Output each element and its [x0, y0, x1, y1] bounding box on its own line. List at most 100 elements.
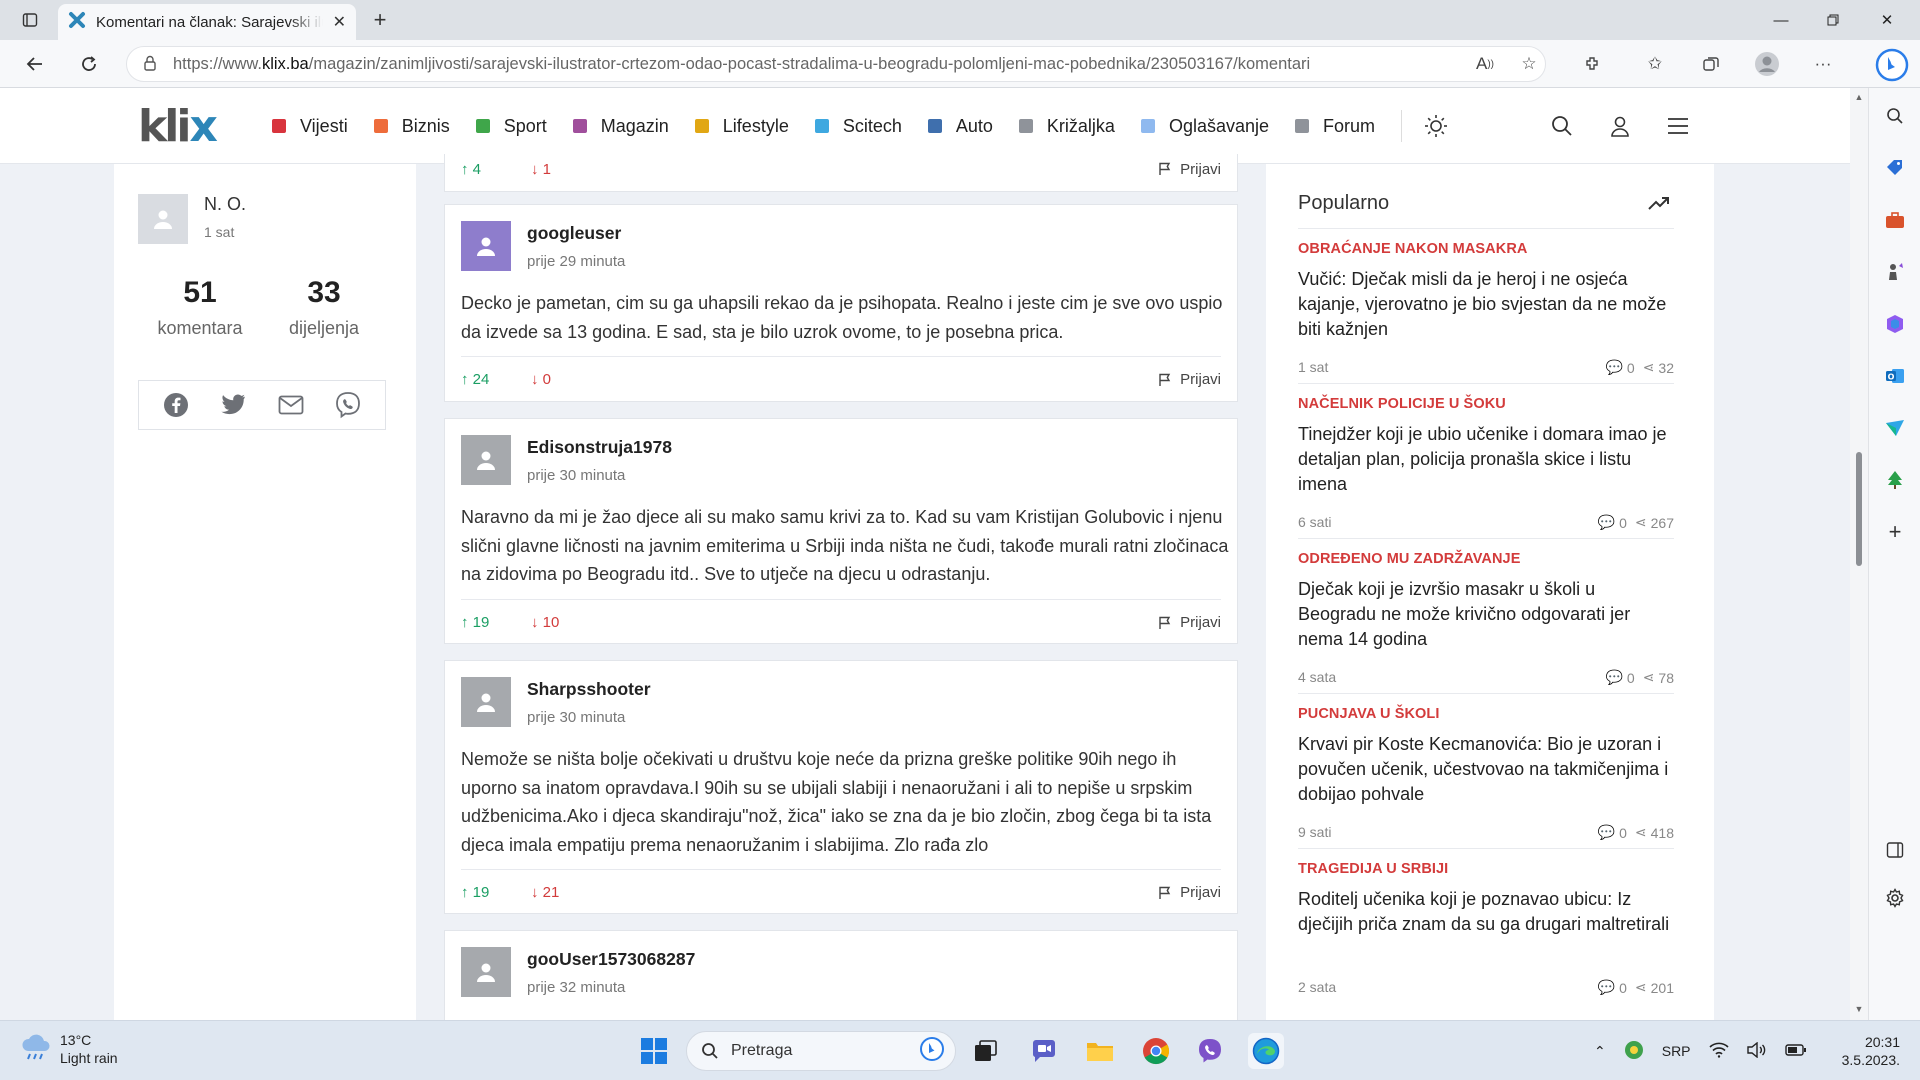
show-hidden-icons-chevron-icon[interactable]: ⌃ [1594, 1043, 1606, 1060]
comment-username[interactable]: Edisonstruja1978 [527, 437, 672, 458]
add-favorite-icon[interactable]: ☆ [1514, 50, 1544, 78]
windows-start-icon[interactable] [636, 1033, 672, 1069]
report-button[interactable]: Prijavi [1158, 161, 1221, 178]
popular-headline[interactable]: Roditelj učenika koji je poznavao ubicu:… [1298, 887, 1674, 937]
report-button[interactable]: Prijavi [1158, 614, 1221, 631]
chrome-icon[interactable] [1138, 1033, 1174, 1069]
profile-avatar[interactable] [1752, 50, 1782, 78]
viber-app-icon[interactable] [1192, 1033, 1228, 1069]
scroll-up-arrow-icon[interactable]: ▲ [1854, 92, 1864, 102]
close-tab-icon[interactable]: ✕ [333, 12, 346, 32]
favorites-icon[interactable]: ✩ [1640, 50, 1670, 78]
teams-chat-icon[interactable] [1026, 1033, 1062, 1069]
hamburger-menu-icon[interactable] [1664, 112, 1692, 140]
nav-item-scitech[interactable]: Scitech [814, 116, 902, 137]
scitech-color-icon [814, 119, 829, 133]
scroll-down-arrow-icon[interactable]: ▼ [1854, 1004, 1864, 1014]
nav-item-forum[interactable]: Forum [1295, 116, 1375, 137]
downvote-button[interactable]: ↓ 1 [531, 161, 601, 178]
twitter-icon[interactable] [219, 391, 247, 419]
report-button[interactable]: Prijavi [1158, 884, 1221, 901]
games-chess-icon[interactable] [1881, 258, 1909, 286]
popular-item[interactable]: TRAGEDIJA U SRBIJI Roditelj učenika koji… [1298, 848, 1674, 1003]
weather-widget[interactable]: 13°C Light rain [20, 1031, 118, 1067]
email-icon[interactable] [277, 391, 305, 419]
klix-logo[interactable]: kli x [138, 101, 218, 152]
page-scrollbar[interactable]: ▲ ▼ [1850, 88, 1868, 1020]
collections-icon[interactable] [1696, 50, 1726, 78]
url-input[interactable]: https://www.klix.ba/magazin/zanimljivost… [126, 46, 1546, 82]
bing-chat-icon[interactable] [1868, 44, 1916, 86]
refresh-icon[interactable] [74, 50, 104, 78]
popular-item[interactable]: OBRAĆANJE NAKON MASAKRA Vučić: Dječak mi… [1298, 228, 1674, 383]
comment-username[interactable]: Sharpsshooter [527, 679, 651, 700]
nav-item-biznis[interactable]: Biznis [373, 116, 450, 137]
extensions-icon[interactable] [1578, 50, 1608, 78]
popular-headline[interactable]: Vučić: Dječak misli da je heroj i ne osj… [1298, 267, 1674, 342]
search-icon[interactable] [1548, 112, 1576, 140]
forum-color-icon [1295, 119, 1310, 133]
tray-app-icon[interactable] [1624, 1040, 1644, 1063]
clock-time: 20:31 [1864, 1034, 1900, 1050]
read-aloud-icon[interactable]: A)) [1470, 50, 1500, 78]
microsoft-365-icon[interactable] [1881, 310, 1909, 338]
upvote-button[interactable]: ↑ 19 [461, 614, 531, 631]
downvote-button[interactable]: ↓ 0 [531, 371, 601, 388]
nav-item-oglasavanje[interactable]: Oglašavanje [1140, 116, 1269, 137]
upvote-button[interactable]: ↑ 4 [461, 161, 531, 178]
nav-item-vijesti[interactable]: Vijesti [272, 116, 348, 137]
tools-briefcase-icon[interactable] [1881, 206, 1909, 234]
popular-headline[interactable]: Dječak koji je izvršio masakr u školi u … [1298, 577, 1674, 652]
nav-item-sport[interactable]: Sport [475, 116, 547, 137]
nav-item-lifestyle[interactable]: Lifestyle [694, 116, 789, 137]
scrollbar-thumb[interactable] [1856, 452, 1862, 566]
file-explorer-icon[interactable] [1082, 1033, 1118, 1069]
settings-gear-icon[interactable] [1881, 884, 1909, 912]
comment-icon: 💬 [1597, 824, 1616, 840]
comment-footer: ↑ 19 ↓ 21 Prijavi [461, 869, 1221, 915]
comment-username[interactable]: gooUser1573068287 [527, 949, 695, 970]
shopping-tag-icon[interactable] [1881, 154, 1909, 182]
active-browser-tab[interactable]: Komentari na članak: Sarajevski ilustrat… [58, 4, 356, 40]
popular-headline[interactable]: Tinejdžer koji je ubio učenike i domara … [1298, 422, 1674, 497]
downvote-button[interactable]: ↓ 21 [531, 884, 601, 901]
sidebar-layout-icon[interactable] [1881, 836, 1909, 864]
theme-toggle-sun-icon[interactable] [1422, 112, 1450, 140]
outlook-icon[interactable]: O [1881, 362, 1909, 390]
user-account-icon[interactable] [1606, 112, 1634, 140]
popular-item[interactable]: ODREĐENO MU ZADRŽAVANJE Dječak koji je i… [1298, 538, 1674, 693]
nav-item-krizaljka[interactable]: Križaljka [1018, 116, 1115, 137]
wifi-icon[interactable] [1708, 1042, 1729, 1061]
back-icon[interactable] [20, 50, 50, 78]
nav-item-magazin[interactable]: Magazin [572, 116, 669, 137]
tab-title: Komentari na članak: Sarajevski ilustrat… [96, 13, 323, 31]
volume-icon[interactable] [1746, 1041, 1767, 1061]
nav-item-auto[interactable]: Auto [927, 116, 993, 137]
add-sidebar-app-icon[interactable]: + [1881, 518, 1909, 546]
report-button[interactable]: Prijavi [1158, 371, 1221, 388]
viber-icon[interactable] [334, 391, 362, 419]
downvote-button[interactable]: ↓ 10 [531, 614, 601, 631]
facebook-icon[interactable] [162, 391, 190, 419]
taskbar-search-input[interactable]: Pretraga [686, 1031, 956, 1071]
comment-username[interactable]: googleuser [527, 223, 621, 244]
more-options-icon[interactable]: ··· [1808, 50, 1838, 78]
upvote-button[interactable]: ↑ 19 [461, 884, 531, 901]
tab-actions-icon[interactable] [16, 7, 44, 33]
minimize-icon[interactable]: — [1758, 0, 1804, 40]
drop-send-icon[interactable] [1881, 414, 1909, 442]
popular-headline[interactable]: Krvavi pir Koste Kecmanovića: Bio je uzo… [1298, 732, 1674, 807]
input-language[interactable]: SRP [1662, 1043, 1691, 1059]
battery-icon[interactable] [1784, 1043, 1807, 1059]
upvote-button[interactable]: ↑ 24 [461, 371, 531, 388]
task-view-icon[interactable] [968, 1033, 1004, 1069]
sidebar-search-icon[interactable] [1881, 102, 1909, 130]
edge-browser-icon[interactable] [1248, 1033, 1284, 1069]
popular-item[interactable]: PUCNJAVA U ŠKOLI Krvavi pir Koste Kecman… [1298, 693, 1674, 848]
close-window-icon[interactable]: ✕ [1864, 0, 1910, 40]
tree-icon[interactable] [1881, 466, 1909, 494]
popular-item[interactable]: NAČELNIK POLICIJE U ŠOKU Tinejdžer koji … [1298, 383, 1674, 538]
restore-icon[interactable] [1810, 0, 1856, 40]
new-tab-button[interactable]: + [366, 7, 394, 33]
system-clock[interactable]: 20:31 3.5.2023. [1832, 1033, 1900, 1069]
